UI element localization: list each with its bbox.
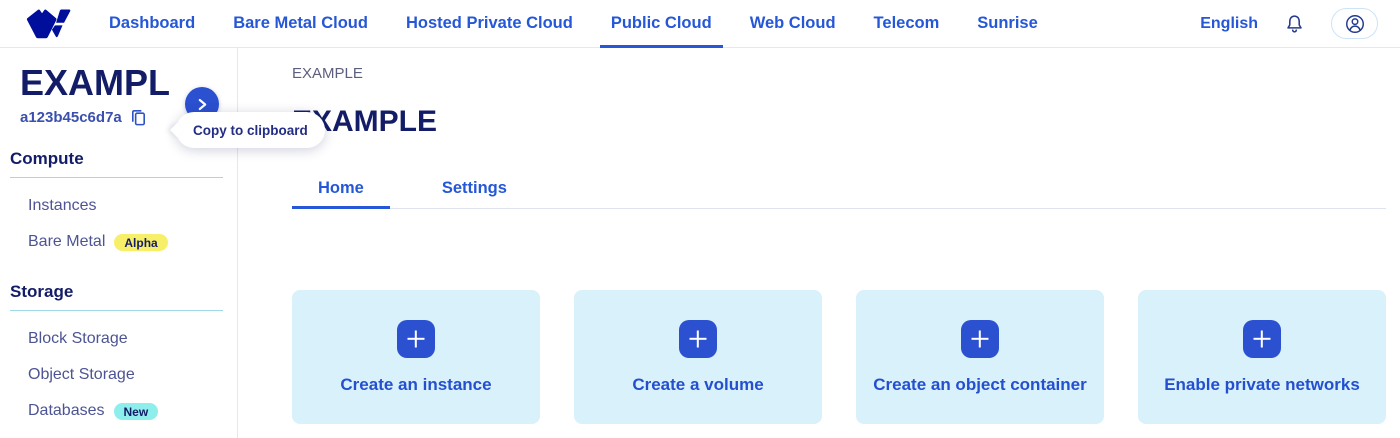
copy-tooltip: Copy to clipboard: [176, 112, 325, 148]
sidebar-item-block-storage[interactable]: Block Storage: [0, 321, 237, 357]
plus-icon[interactable]: [1243, 320, 1281, 358]
section-title-compute: Compute: [10, 149, 237, 169]
alpha-badge: Alpha: [114, 234, 167, 251]
card-label: Create a volume: [632, 375, 763, 395]
sidebar-item-label: Object Storage: [28, 365, 135, 385]
nav-item-bare-metal-cloud[interactable]: Bare Metal Cloud: [220, 0, 381, 48]
quick-action-cards: Create an instance Create a volume Creat…: [292, 290, 1386, 424]
tab-home[interactable]: Home: [292, 169, 390, 208]
sidebar-item-label: Block Storage: [28, 329, 128, 349]
section-divider: [10, 177, 223, 178]
top-navigation: Dashboard Bare Metal Cloud Hosted Privat…: [0, 0, 1400, 48]
card-create-volume[interactable]: Create a volume: [574, 290, 822, 424]
user-account-button[interactable]: [1331, 8, 1378, 39]
page-title: EXAMPLE: [292, 105, 1386, 139]
nav-item-sunrise[interactable]: Sunrise: [964, 0, 1051, 48]
sidebar-item-label: Instances: [28, 196, 96, 216]
sidebar: EXAMPLE a123b45c6d7a Copy to clipboard C…: [0, 48, 238, 438]
section-divider: [10, 310, 223, 311]
primary-nav: Dashboard Bare Metal Cloud Hosted Privat…: [90, 0, 1057, 48]
tab-bar: Home Settings: [292, 169, 1386, 209]
sidebar-item-label: Databases: [28, 401, 105, 421]
plus-icon[interactable]: [679, 320, 717, 358]
nav-item-hosted-private-cloud[interactable]: Hosted Private Cloud: [393, 0, 586, 48]
main-content: EXAMPLE EXAMPLE Home Settings Create an …: [239, 48, 1400, 438]
sidebar-item-object-storage[interactable]: Object Storage: [0, 357, 237, 393]
nav-item-web-cloud[interactable]: Web Cloud: [737, 0, 849, 48]
sidebar-item-instances[interactable]: Instances: [0, 188, 237, 224]
new-badge: New: [114, 403, 159, 420]
topnav-right: English: [1200, 8, 1400, 39]
card-label: Enable private networks: [1164, 375, 1360, 395]
sidebar-item-databases[interactable]: Databases New: [0, 393, 237, 429]
tab-settings[interactable]: Settings: [416, 169, 533, 208]
card-label: Create an object container: [873, 375, 1087, 395]
section-title-storage: Storage: [10, 282, 237, 302]
user-avatar-icon: [1344, 13, 1366, 35]
plus-icon[interactable]: [397, 320, 435, 358]
project-name: EXAMPLE: [20, 61, 172, 104]
nav-item-dashboard[interactable]: Dashboard: [96, 0, 208, 48]
sidebar-item-bare-metal[interactable]: Bare Metal Alpha: [0, 224, 237, 260]
nav-item-telecom[interactable]: Telecom: [861, 0, 953, 48]
card-create-instance[interactable]: Create an instance: [292, 290, 540, 424]
card-enable-private-networks[interactable]: Enable private networks: [1138, 290, 1386, 424]
notifications-bell-icon[interactable]: [1284, 13, 1305, 35]
chevron-right-icon: [198, 98, 207, 111]
breadcrumb[interactable]: EXAMPLE: [292, 65, 1386, 82]
sidebar-item-label: Bare Metal: [28, 232, 105, 252]
language-selector[interactable]: English: [1200, 15, 1258, 33]
sidebar-section-compute: Compute Instances Bare Metal Alpha: [0, 149, 237, 260]
card-label: Create an instance: [340, 375, 491, 395]
ovhcloud-logo-icon[interactable]: [25, 6, 72, 42]
sidebar-section-storage: Storage Block Storage Object Storage Dat…: [0, 282, 237, 429]
project-id: a123b45c6d7a: [20, 109, 122, 126]
card-create-object-container[interactable]: Create an object container: [856, 290, 1104, 424]
nav-item-public-cloud[interactable]: Public Cloud: [598, 0, 725, 48]
copy-icon[interactable]: [129, 108, 148, 127]
plus-icon[interactable]: [961, 320, 999, 358]
